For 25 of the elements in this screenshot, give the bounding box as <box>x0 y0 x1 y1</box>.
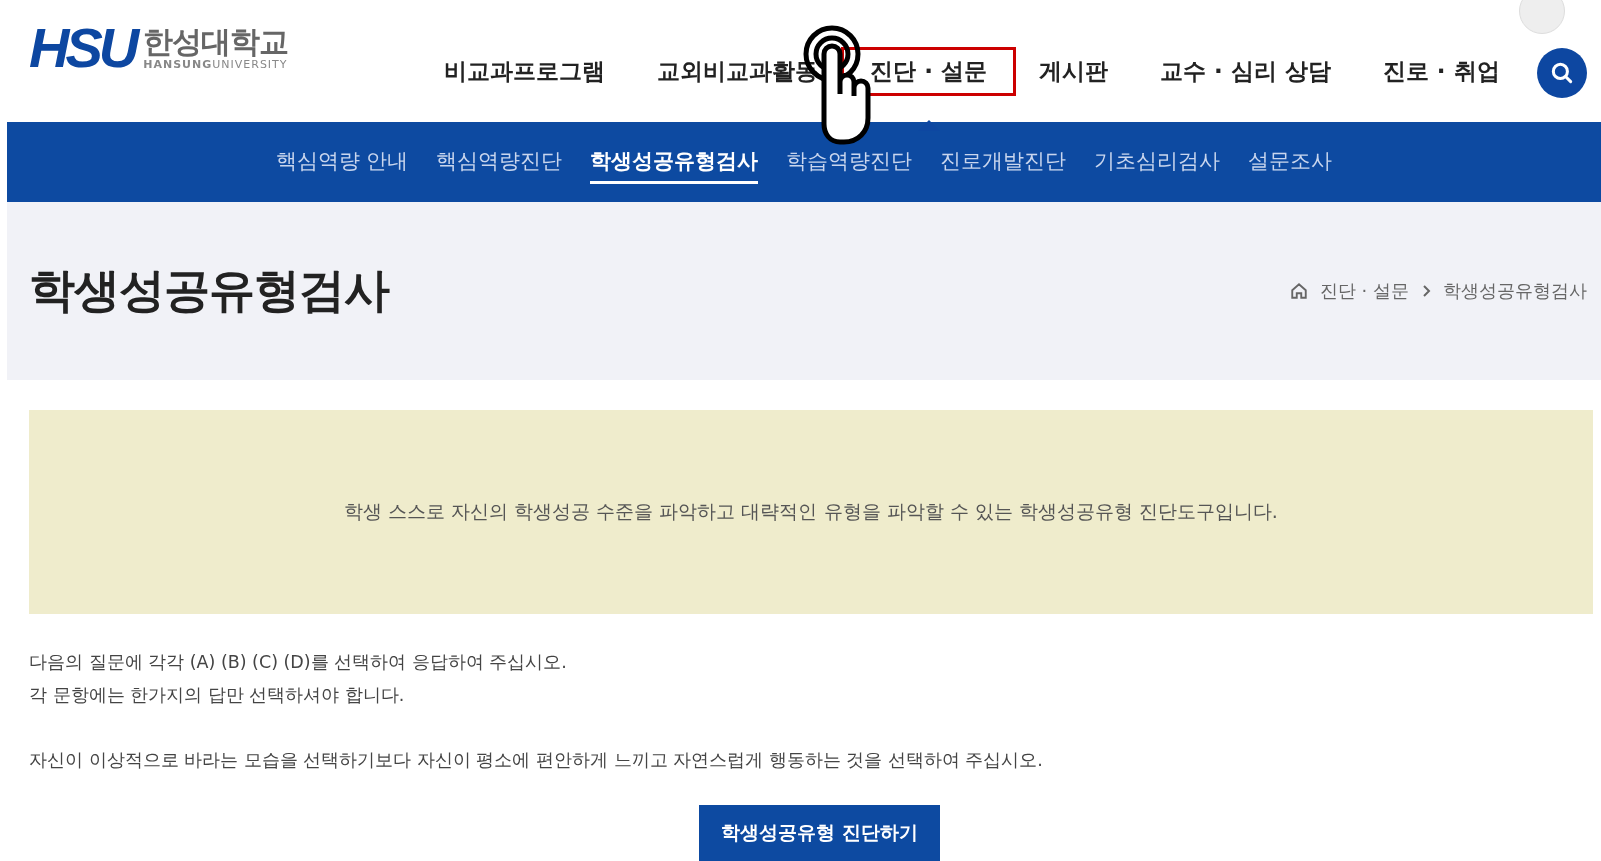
logo-mark: HSU <box>29 20 136 76</box>
breadcrumb-link[interactable]: 진단 · 설문 <box>1319 279 1409 303</box>
nav-menu-item[interactable]: 진로 · 취업 <box>1356 50 1526 93</box>
nav-menu-item[interactable]: 비교과프로그램 <box>418 50 632 93</box>
sub-nav-tab[interactable]: 기초심리검사 <box>1094 140 1221 184</box>
sub-nav-tab[interactable]: 진로개발진단 <box>940 140 1067 184</box>
page-title: 학생성공유형검사 <box>29 262 389 319</box>
sub-nav-tab[interactable]: 설문조사 <box>1248 140 1333 184</box>
chevron-right-icon <box>1421 284 1431 298</box>
nav-menu-item[interactable]: 게시판 <box>1013 50 1134 93</box>
instruction-text: 다음의 질문에 각각 (A) (B) (C) (D)를 선택하여 응답하여 주십시오. <box>29 651 568 674</box>
start-diagnosis-button[interactable]: 학생성공유형 진단하기 <box>699 805 940 861</box>
instruction-text: 각 문항에는 한가지의 답만 선택하셔야 합니다. <box>29 684 406 707</box>
home-icon[interactable] <box>1289 282 1308 300</box>
sub-nav-tab[interactable]: 핵심역량 안내 <box>275 140 409 184</box>
sub-nav-tab[interactable]: 핵심역량진단 <box>436 140 563 184</box>
logo-subtitle: HANSUNGUNIVERSITY <box>143 58 289 71</box>
logo-name: 한성대학교 <box>143 25 289 58</box>
sub-nav-tab[interactable]: 학생성공유형검사 <box>590 140 759 184</box>
breadcrumb-link[interactable]: 학생성공유형검사 <box>1443 279 1587 303</box>
notice-text: 학생 스스로 자신의 학생성공 수준을 파악하고 대략적인 유형을 파악할 수 있는 학생성공유형 진단도구입니다. <box>344 499 1278 524</box>
nav-menu-item[interactable]: 교수 · 심리 상담 <box>1134 50 1357 93</box>
search-icon <box>1549 60 1575 86</box>
instruction-text: 자신이 이상적으로 바라는 모습을 선택하기보다 자신이 평소에 편안하게 느끼고 자연스럽게 행동하는 것을 선택하여 주십시오. <box>29 749 1044 772</box>
search-button[interactable] <box>1537 48 1587 98</box>
